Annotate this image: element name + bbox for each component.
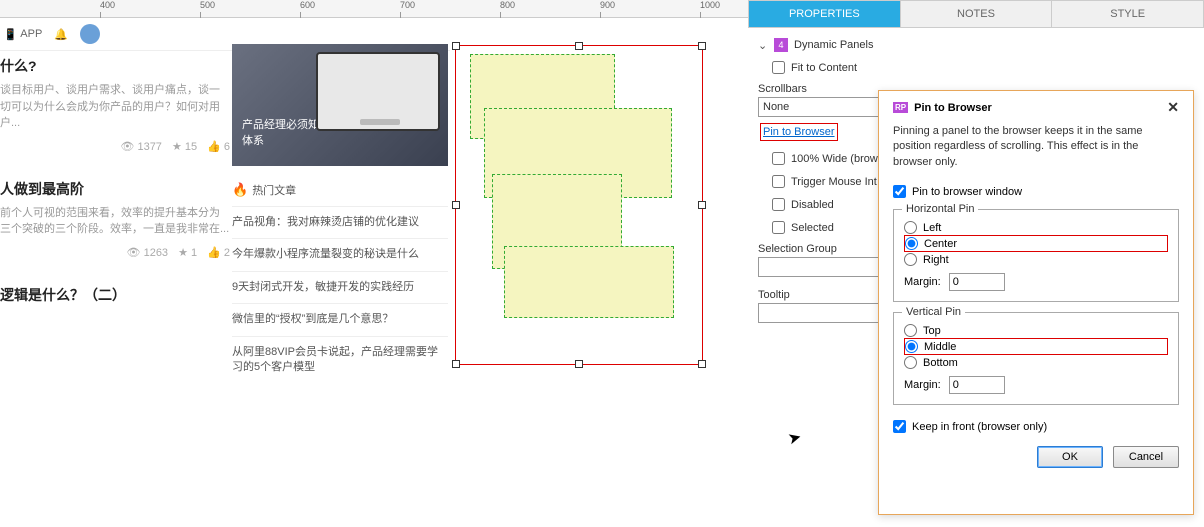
fit-to-content-checkbox[interactable] (772, 61, 785, 74)
cancel-button[interactable]: Cancel (1113, 446, 1179, 468)
tab-properties[interactable]: PROPERTIES (749, 1, 900, 27)
hot-item[interactable]: 9天封闭式开发，敏捷开发的实践经历 (232, 271, 448, 303)
tab-style[interactable]: STYLE (1051, 1, 1203, 27)
ruler-tick: 800 (500, 0, 515, 10)
hot-item[interactable]: 产品视角：我对麻辣烫店铺的优化建议 (232, 206, 448, 238)
resize-handle[interactable] (452, 201, 460, 209)
hot-item[interactable]: 从阿里88VIP会员卡说起，产品经理需要学习的5个客户模型 (232, 336, 448, 384)
article-title: 逻辑是什么？（二） (0, 285, 230, 305)
stars: ★ 15 (172, 140, 197, 153)
ruler-tick: 400 (100, 0, 115, 10)
ok-button[interactable]: OK (1037, 446, 1103, 468)
horizontal-pin-group: Horizontal Pin Left Center Right Margin: (893, 209, 1179, 302)
resize-handle[interactable] (575, 360, 583, 368)
side-column: 产品经理必须知晓的用户体验 —— 账号体系 🔥 热门文章 产品视角：我对麻辣烫店… (232, 44, 448, 383)
app-button[interactable]: 📱APP (4, 28, 43, 41)
v-top-radio[interactable] (904, 324, 917, 337)
panel-state[interactable] (504, 246, 674, 318)
inspector-tabs: PROPERTIES NOTES STYLE (748, 0, 1204, 28)
selected-checkbox[interactable] (772, 221, 785, 234)
resize-handle[interactable] (698, 201, 706, 209)
resize-handle[interactable] (698, 42, 706, 50)
h-margin-input[interactable] (949, 273, 1005, 291)
resize-handle[interactable] (575, 42, 583, 50)
h-center-radio[interactable] (905, 237, 918, 250)
section-header[interactable]: ⌄ 4 Dynamic Panels (758, 34, 1194, 56)
fit-label: Fit to Content (791, 62, 857, 74)
article-title: 什么? (0, 56, 230, 76)
disabled-checkbox[interactable] (772, 198, 785, 211)
v-middle-radio[interactable] (905, 340, 918, 353)
selected-dynamic-panel[interactable] (455, 45, 703, 365)
hot-item[interactable]: 微信里的“授权”到底是几个意思？ (232, 303, 448, 335)
likes: 👍 6 (207, 140, 230, 153)
rp-icon: RP (893, 102, 908, 113)
avatar[interactable] (80, 24, 100, 44)
v-bottom-radio[interactable] (904, 356, 917, 369)
dialog-title: Pin to Browser (914, 102, 992, 114)
ruler-tick: 900 (600, 0, 615, 10)
resize-handle[interactable] (452, 360, 460, 368)
article-body: 谈目标用户、谈用户需求、谈用户痛点，谈一切可以为什么会成为你产品的用户？如何对用… (0, 82, 230, 132)
article-item[interactable]: 逻辑是什么？（二） (0, 277, 230, 319)
hot-list: 产品视角：我对麻辣烫店铺的优化建议 今年爆款小程序流量裂变的秘诀是什么 9天封闭… (232, 206, 448, 383)
resize-handle[interactable] (698, 360, 706, 368)
pin-window-checkbox[interactable] (893, 185, 906, 198)
article-body: 前个人可视的范围来看，效率的提升基本分为三个突破的三个阶段。效率，一直是我非常在… (0, 205, 230, 238)
bell-icon[interactable]: 🔔 (54, 28, 68, 41)
canvas[interactable]: 问答 年费会员 招聘▾ 百宝箱▾ ✎ 投稿 🔍 搜索 📱APP 🔔 什么? 谈目… (0, 18, 748, 527)
v-margin-input[interactable] (949, 376, 1005, 394)
close-icon[interactable]: ✕ (1167, 99, 1179, 116)
article-list: 什么? 谈目标用户、谈用户需求、谈用户痛点，谈一切可以为什么会成为你产品的用户？… (0, 48, 230, 329)
article-title: 人做到最高阶 (0, 179, 230, 199)
ruler-tick: 1000 (700, 0, 720, 10)
banner[interactable]: 产品经理必须知晓的用户体验 —— 账号体系 (232, 44, 448, 166)
views: 👁 1377 (120, 140, 162, 153)
ruler-tick: 700 (400, 0, 415, 10)
article-item[interactable]: 什么? 谈目标用户、谈用户需求、谈用户痛点，谈一切可以为什么会成为你产品的用户？… (0, 48, 230, 161)
ruler-tick: 500 (200, 0, 215, 10)
keep-in-front-checkbox[interactable] (893, 420, 906, 433)
ruler-tick: 600 (300, 0, 315, 10)
vertical-legend: Vertical Pin (902, 306, 965, 318)
dialog-description: Pinning a panel to the browser keeps it … (893, 122, 1179, 180)
pin-to-browser-dialog: RP Pin to Browser ✕ Pinning a panel to t… (878, 90, 1194, 515)
tab-notes[interactable]: NOTES (900, 1, 1052, 27)
vertical-pin-group: Vertical Pin Top Middle Bottom Margin: (893, 312, 1179, 405)
section-title: Dynamic Panels (794, 39, 873, 51)
v-margin-label: Margin: (904, 379, 941, 391)
widget-count-badge: 4 (774, 38, 788, 52)
hot-item[interactable]: 今年爆款小程序流量裂变的秘诀是什么 (232, 238, 448, 270)
pin-to-browser-link[interactable]: Pin to Browser (763, 126, 835, 138)
resize-handle[interactable] (452, 42, 460, 50)
100-wide-checkbox[interactable] (772, 152, 785, 165)
horizontal-legend: Horizontal Pin (902, 203, 978, 215)
h-right-radio[interactable] (904, 253, 917, 266)
hot-header: 🔥 热门文章 (232, 178, 448, 206)
h-left-radio[interactable] (904, 221, 917, 234)
trigger-mouse-checkbox[interactable] (772, 175, 785, 188)
article-item[interactable]: 人做到最高阶 前个人可视的范围来看，效率的提升基本分为三个突破的三个阶段。效率，… (0, 171, 230, 267)
h-margin-label: Margin: (904, 276, 941, 288)
chevron-down-icon[interactable]: ⌄ (758, 39, 768, 52)
